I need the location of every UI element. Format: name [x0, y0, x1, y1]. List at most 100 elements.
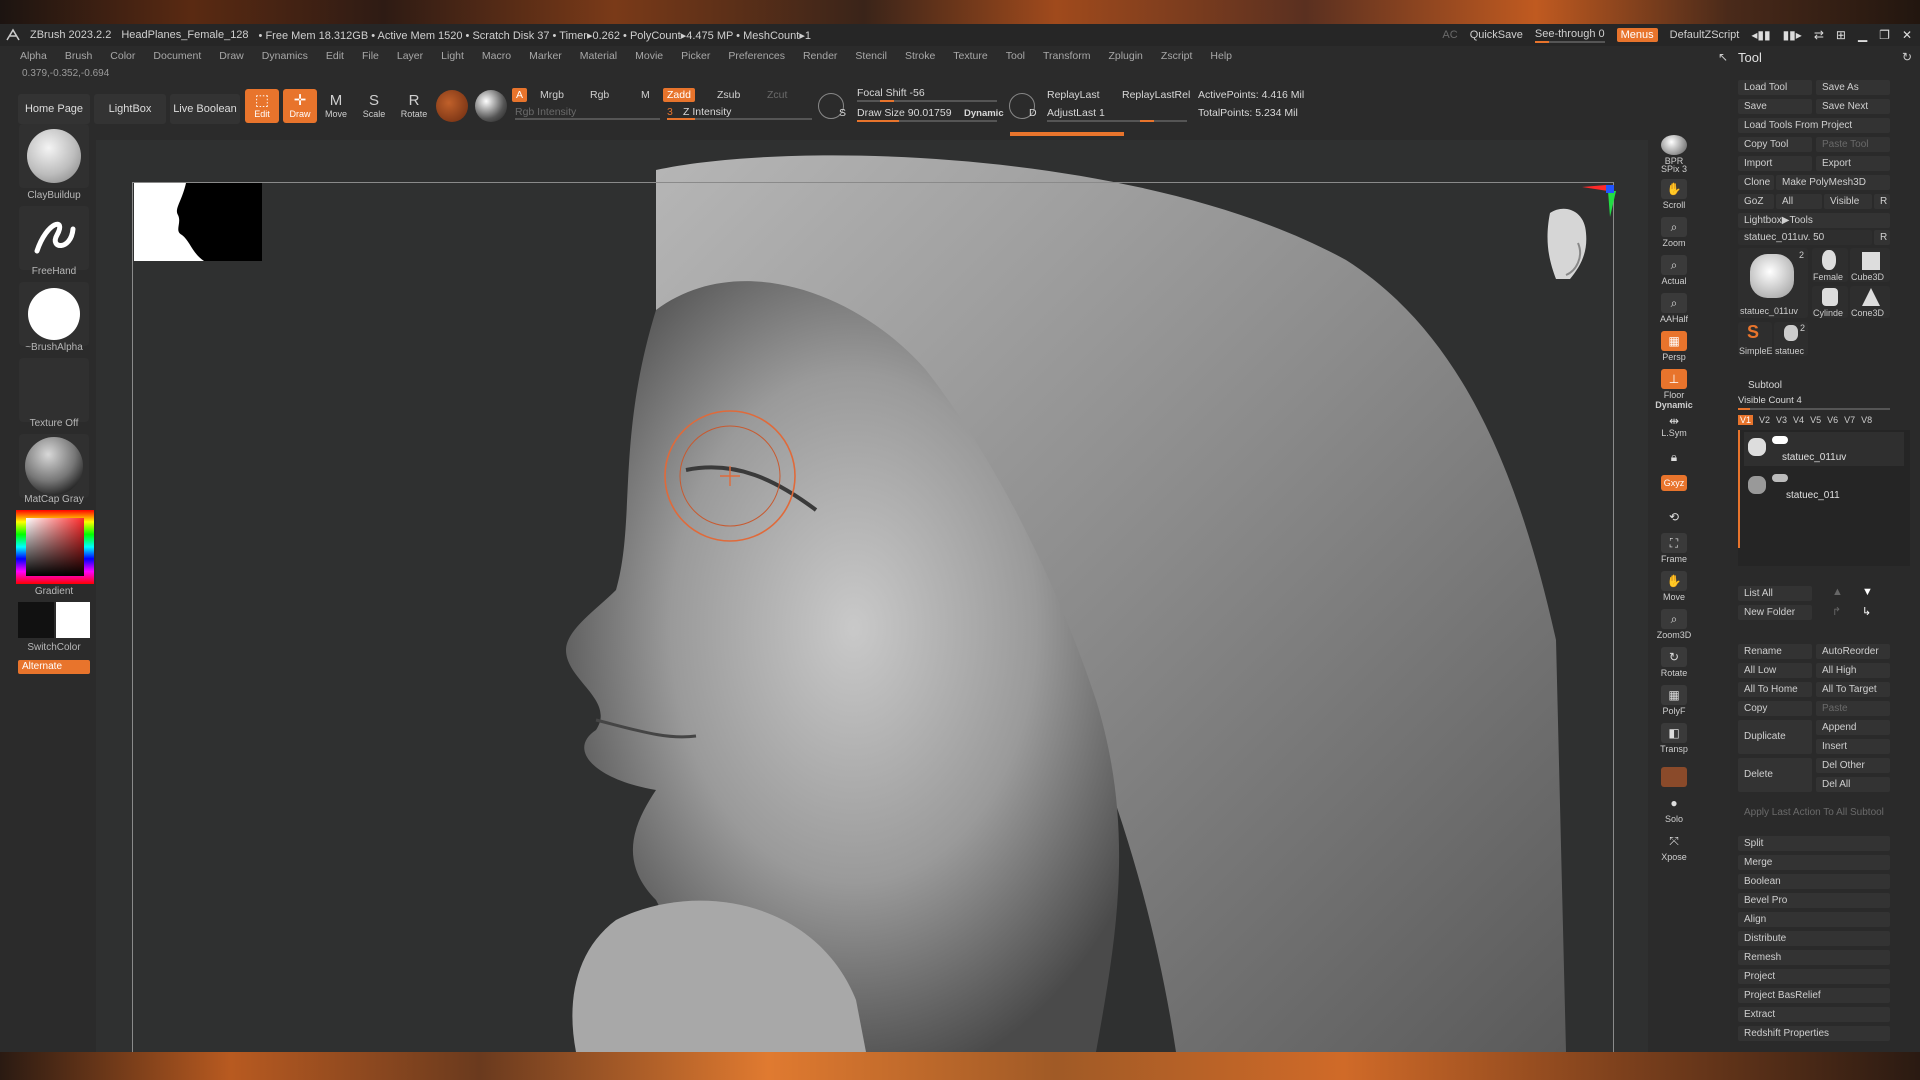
frame-button[interactable]: ⛶ Frame [1652, 530, 1696, 564]
menu-stencil[interactable]: Stencil [855, 50, 887, 62]
export-button[interactable]: Export [1816, 156, 1890, 171]
save-as-button[interactable]: Save As [1816, 80, 1890, 95]
version-v2[interactable]: V2 [1759, 415, 1770, 425]
menu-light[interactable]: Light [441, 50, 464, 62]
all-to-target-button[interactable]: All To Target [1816, 682, 1890, 697]
layout-menu-icon[interactable]: ⊞ [1836, 28, 1846, 42]
insert-button[interactable]: Insert [1816, 739, 1890, 754]
version-v7[interactable]: V7 [1844, 415, 1855, 425]
tool-panel-reset-icon[interactable]: ↻ [1902, 50, 1912, 64]
menu-movie[interactable]: Movie [635, 50, 663, 62]
subtool-visibility-icon-2[interactable] [1772, 474, 1788, 482]
subtool-visibility-icon[interactable] [1772, 436, 1788, 444]
scroll-button[interactable]: ✋ Scroll [1652, 176, 1696, 210]
append-button[interactable]: Append [1816, 720, 1890, 735]
align-section[interactable]: Align [1738, 912, 1890, 927]
lightbox-button[interactable]: LightBox [94, 94, 166, 124]
layout-swap-icon[interactable]: ⇄ [1814, 28, 1824, 42]
goz-button[interactable]: GoZ [1738, 194, 1774, 209]
bevel-pro-section[interactable]: Bevel Pro [1738, 893, 1890, 908]
autoreorder-button[interactable]: AutoReorder [1816, 644, 1890, 659]
menu-stroke[interactable]: Stroke [905, 50, 935, 62]
zoom3d-button[interactable]: ⌕ Zoom3D [1652, 606, 1696, 640]
color-picker[interactable] [16, 510, 94, 584]
menu-zplugin[interactable]: Zplugin [1108, 50, 1142, 62]
menus-toggle[interactable]: Menus [1616, 28, 1658, 42]
subtool-item-statuec-011uv[interactable]: statuec_011uv [1744, 432, 1904, 466]
zcut-toggle[interactable]: Zcut [767, 89, 787, 101]
material-swatch-button[interactable] [436, 90, 468, 122]
solo-button[interactable]: ● Solo [1652, 790, 1696, 824]
live-boolean-button[interactable]: Live Boolean [170, 94, 240, 124]
layout-prev-icon[interactable]: ◂▮▮ [1751, 28, 1770, 42]
del-all-button[interactable]: Del All [1816, 777, 1890, 792]
dynamic-toggle[interactable]: Dynamic [964, 108, 1004, 119]
project-basrelief-section[interactable]: Project BasRelief [1738, 988, 1890, 1003]
xpose-button[interactable]: ⤧ Xpose [1652, 828, 1696, 863]
home-page-button[interactable]: Home Page [18, 94, 90, 124]
canvas-viewport[interactable] [96, 140, 1648, 1052]
restore-icon[interactable]: ❐ [1879, 28, 1890, 42]
version-v3[interactable]: V3 [1776, 415, 1787, 425]
tool-thumb-statuec-011uv[interactable]: 2 statuec_011uv [1738, 248, 1808, 318]
zsub-toggle[interactable]: Zsub [717, 89, 740, 101]
all-to-home-button[interactable]: All To Home [1738, 682, 1812, 697]
tool-thumb-cone3d[interactable]: Cone3D [1850, 286, 1890, 318]
dynamic-persp-toggle[interactable]: Dynamic [1652, 396, 1696, 410]
stroke-button[interactable] [19, 206, 89, 270]
current-tool-slider[interactable]: statuec_011uv. 50 [1738, 230, 1872, 245]
redshift-properties-section[interactable]: Redshift Properties [1738, 1026, 1890, 1041]
lightbox-tools-button[interactable]: Lightbox▶Tools [1738, 213, 1890, 228]
move-view-button[interactable]: ✋ Move [1652, 568, 1696, 602]
reference-thumbnail[interactable] [134, 183, 262, 261]
persp-button[interactable]: ▦ Persp [1652, 328, 1696, 362]
menu-dynamics[interactable]: Dynamics [262, 50, 308, 62]
paste-tool-button[interactable]: Paste Tool [1816, 137, 1890, 152]
lsym-button[interactable]: ⇹ L.Sym [1652, 412, 1696, 438]
zoom-button[interactable]: ⌕ Zoom [1652, 214, 1696, 248]
tool-thumb-statuec[interactable]: 2 statuec [1774, 322, 1808, 356]
del-other-button[interactable]: Del Other [1816, 758, 1890, 773]
scale-mode-button[interactable]: S Scale [357, 89, 391, 123]
rotate-mode-button[interactable]: R Rotate [397, 89, 431, 123]
make-polymesh3d-button[interactable]: Make PolyMesh3D [1776, 175, 1890, 190]
subtool-item-statuec-011[interactable]: statuec_011 [1744, 470, 1904, 504]
merge-section[interactable]: Merge [1738, 855, 1890, 870]
apply-last-action-button[interactable]: Apply Last Action To All Subtool [1738, 805, 1890, 820]
alpha-button[interactable] [19, 282, 89, 346]
distribute-section[interactable]: Distribute [1738, 931, 1890, 946]
extract-section[interactable]: Extract [1738, 1007, 1890, 1022]
zadd-toggle[interactable]: Zadd [663, 88, 695, 102]
load-tools-from-project-button[interactable]: Load Tools From Project [1738, 118, 1890, 133]
replay-last-button[interactable]: ReplayLast [1047, 89, 1100, 101]
version-v1[interactable]: V1 [1738, 415, 1754, 425]
close-icon[interactable]: ✕ [1902, 28, 1912, 42]
menu-zscript[interactable]: Zscript [1161, 50, 1193, 62]
import-button[interactable]: Import [1738, 156, 1812, 171]
paste-button[interactable]: Paste [1816, 701, 1890, 716]
move-mode-button[interactable]: M Move [319, 89, 353, 123]
delete-button[interactable]: Delete [1738, 758, 1812, 792]
duplicate-button[interactable]: Duplicate [1738, 720, 1812, 754]
menu-layer[interactable]: Layer [397, 50, 423, 62]
menu-document[interactable]: Document [153, 50, 201, 62]
brush-button[interactable] [19, 124, 89, 188]
xyz-button[interactable]: Gxyz [1652, 470, 1696, 492]
tool-thumb-cylinder[interactable]: Cylinde [1812, 286, 1848, 318]
default-zscript-button[interactable]: DefaultZScript [1670, 29, 1740, 41]
menu-transform[interactable]: Transform [1043, 50, 1090, 62]
texture-button[interactable] [19, 358, 89, 422]
navigation-gizmo[interactable] [1510, 183, 1620, 303]
aahalf-button[interactable]: ⌕ AAHalf [1652, 290, 1696, 324]
rgb-intensity-slider[interactable] [515, 118, 660, 120]
menu-edit[interactable]: Edit [326, 50, 344, 62]
actual-button[interactable]: ⌕ Actual [1652, 252, 1696, 286]
save-next-button[interactable]: Save Next [1816, 99, 1890, 114]
save-button[interactable]: Save [1738, 99, 1812, 114]
move-up-arrow-icon[interactable]: ▲ [1832, 586, 1843, 598]
polyf-button[interactable]: ▦ PolyF [1652, 682, 1696, 716]
alternate-button[interactable]: Alternate [18, 660, 90, 674]
tool-panel-arrow-icon[interactable]: ↖ [1718, 50, 1728, 64]
clone-button[interactable]: Clone [1738, 175, 1774, 190]
current-tool-r-button[interactable]: R [1874, 230, 1890, 245]
